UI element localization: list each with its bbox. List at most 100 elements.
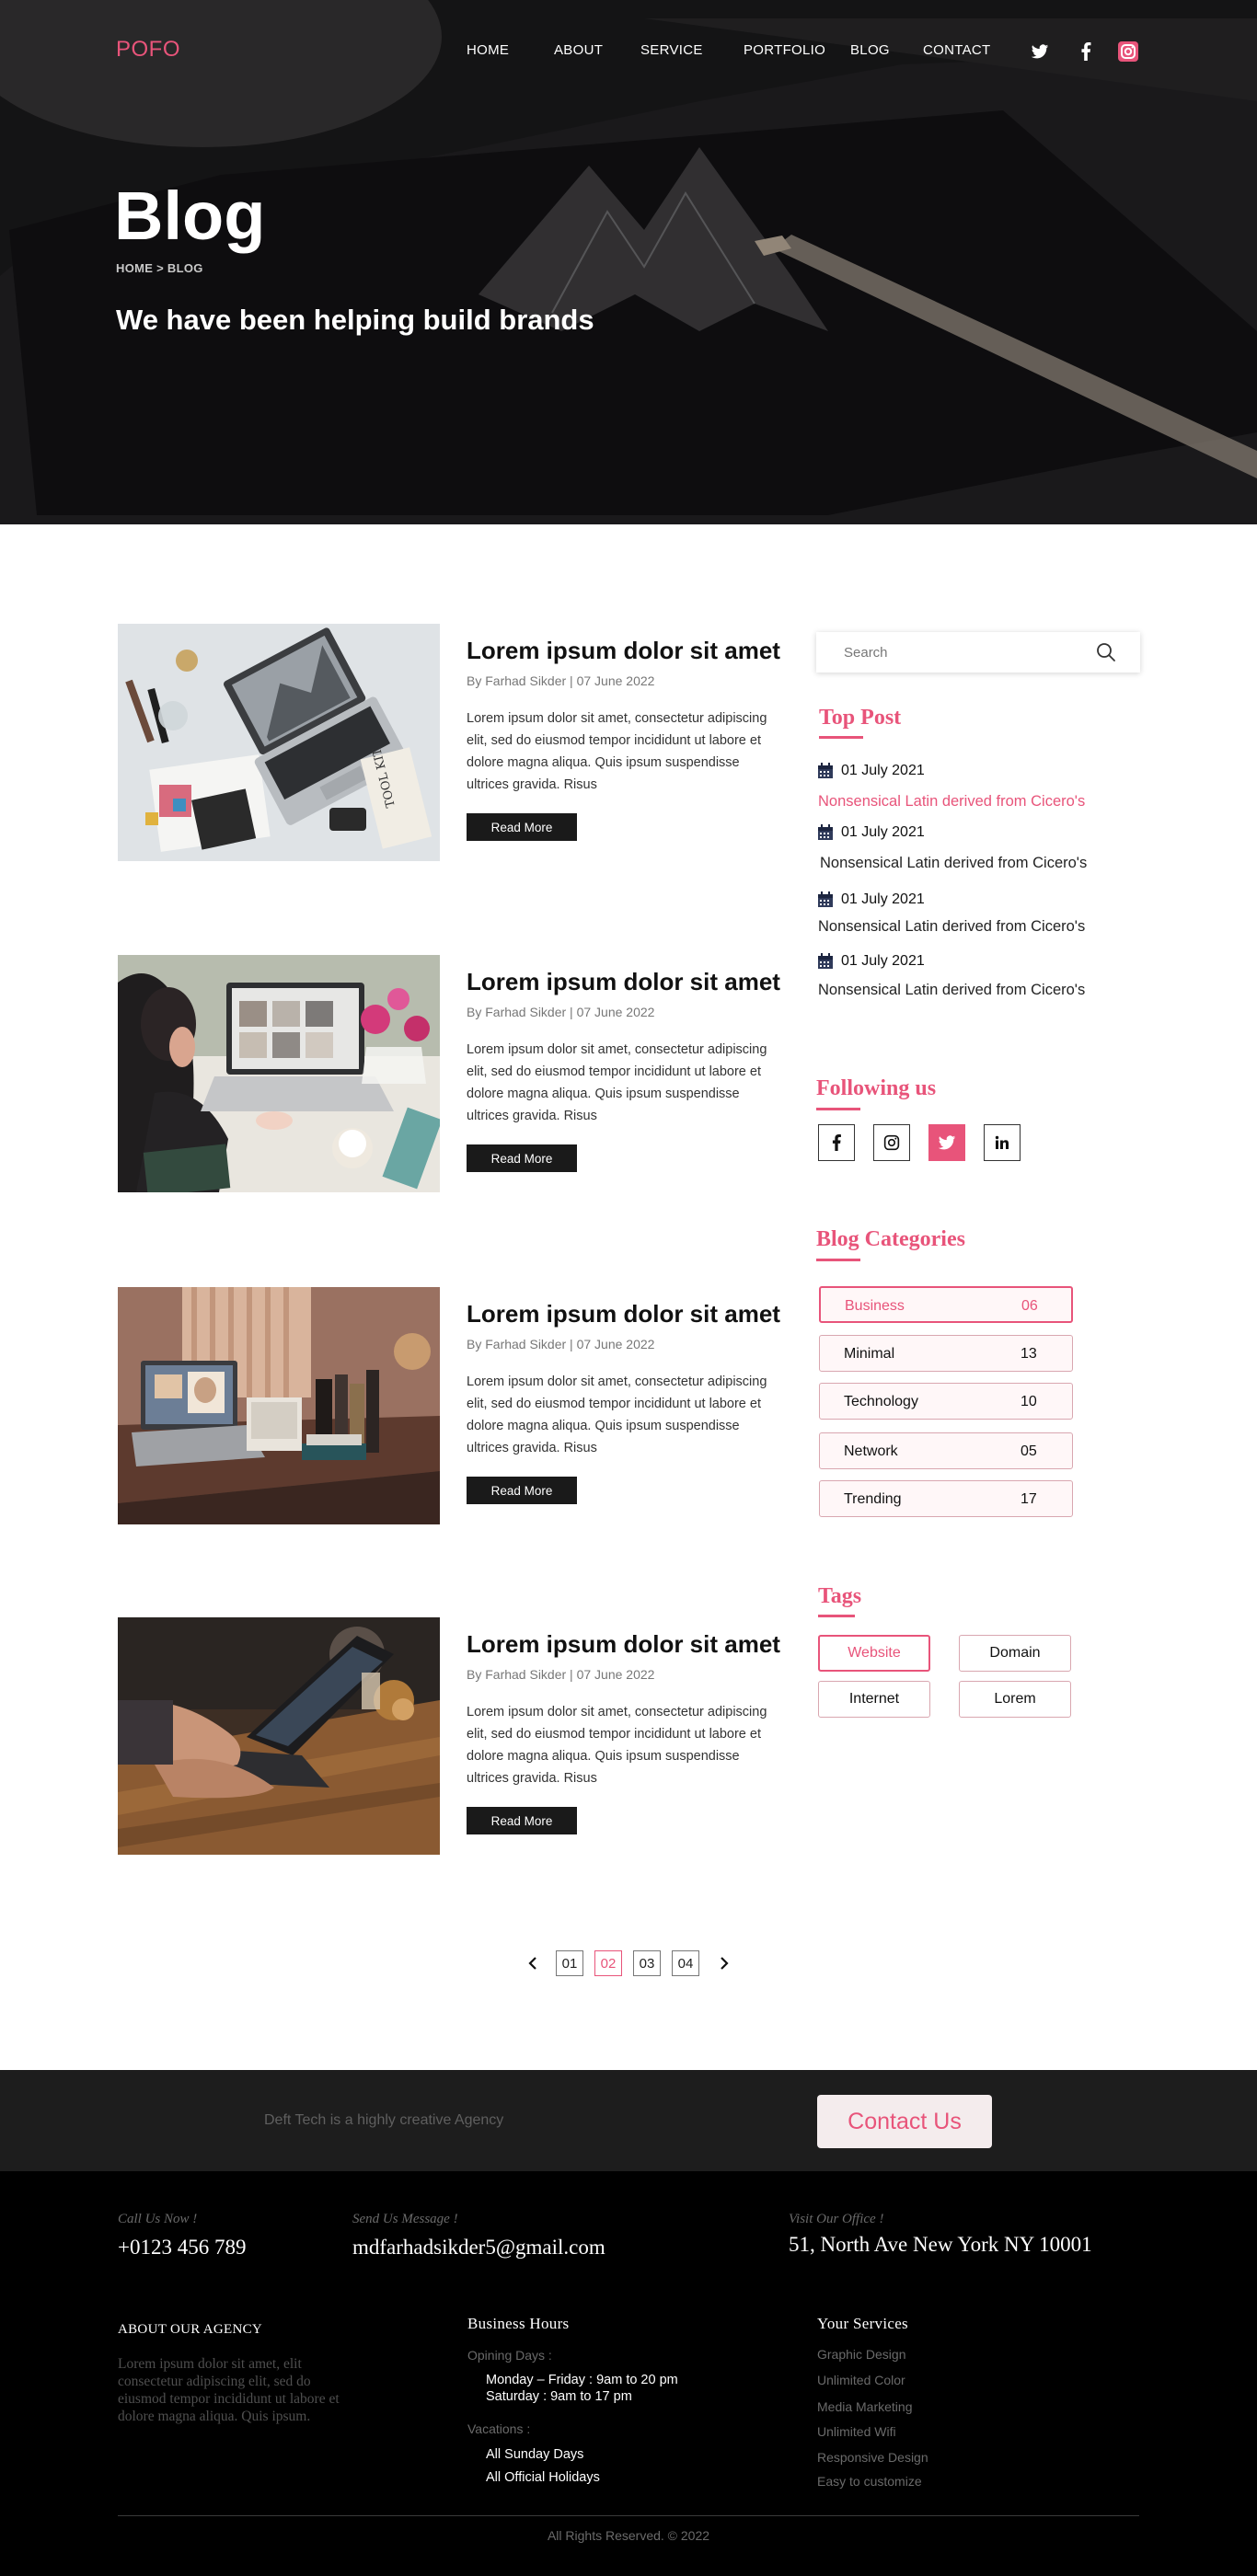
top-post-heading: Top Post bbox=[819, 706, 902, 730]
post-title[interactable]: Lorem ipsum dolor sit amet bbox=[467, 637, 780, 665]
twitter-icon[interactable] bbox=[1029, 40, 1051, 63]
cta-banner: Deft Tech is a highly creative Agency Co… bbox=[0, 2070, 1257, 2171]
tag-lorem[interactable]: Lorem bbox=[959, 1681, 1071, 1718]
category-name: Technology bbox=[844, 1394, 918, 1409]
post-image[interactable]: TOOL KIT bbox=[118, 624, 440, 861]
service-link[interactable]: Unlimited Color bbox=[817, 2373, 905, 2387]
top-post-link[interactable]: Nonsensical Latin derived from Cicero's bbox=[818, 982, 1085, 999]
post-excerpt: Lorem ipsum dolor sit amet, consectetur … bbox=[467, 1705, 767, 1786]
search-input[interactable] bbox=[844, 643, 1083, 661]
post-meta: By Farhad Sikder | 07 June 2022 bbox=[467, 1005, 655, 1019]
post-excerpt: Lorem ipsum dolor sit amet, consectetur … bbox=[467, 711, 767, 792]
instagram-icon[interactable] bbox=[1117, 40, 1139, 63]
post-meta: By Farhad Sikder | 07 June 2022 bbox=[467, 1667, 655, 1682]
calendar-icon bbox=[818, 824, 833, 840]
about-heading: ABOUT OUR AGENCY bbox=[118, 2322, 263, 2337]
facebook-icon[interactable] bbox=[818, 1124, 855, 1161]
blog-categories-heading: Blog Categories bbox=[816, 1227, 965, 1251]
message-label: Send Us Message ! bbox=[352, 2212, 458, 2226]
blog-post-card: Lorem ipsum dolor sit amet By Farhad Sik… bbox=[118, 1287, 780, 1526]
next-page-icon[interactable] bbox=[713, 1954, 735, 1972]
top-post-date-text: 01 July 2021 bbox=[841, 953, 925, 969]
top-post-date: 01 July 2021 bbox=[817, 891, 925, 908]
post-title[interactable]: Lorem ipsum dolor sit amet bbox=[467, 1630, 780, 1659]
nav-portfolio[interactable]: PORTFOLIO bbox=[744, 42, 825, 58]
post-image[interactable] bbox=[118, 1617, 440, 1855]
read-more-button[interactable]: Read More bbox=[467, 813, 577, 841]
page-04[interactable]: 04 bbox=[672, 1950, 699, 1976]
following-heading: Following us bbox=[816, 1076, 937, 1100]
read-more-button[interactable]: Read More bbox=[467, 1477, 577, 1504]
vacations-label: Vacations : bbox=[467, 2421, 531, 2436]
tag-website[interactable]: Website bbox=[818, 1635, 930, 1672]
nav-blog[interactable]: BLOG bbox=[850, 42, 890, 58]
post-title[interactable]: Lorem ipsum dolor sit amet bbox=[467, 1300, 780, 1328]
call-label: Call Us Now ! bbox=[118, 2212, 198, 2226]
category-network[interactable]: Network 05 bbox=[819, 1432, 1073, 1469]
service-link[interactable]: Unlimited Wifi bbox=[817, 2424, 896, 2439]
nav-service[interactable]: SERVICE bbox=[640, 42, 703, 58]
linkedin-icon[interactable] bbox=[984, 1124, 1021, 1161]
services-heading: Your Services bbox=[817, 2315, 908, 2332]
tag-internet[interactable]: Internet bbox=[818, 1681, 930, 1718]
post-title[interactable]: Lorem ipsum dolor sit amet bbox=[467, 968, 780, 996]
main-nav: HOME ABOUT SERVICE PORTFOLIO BLOG CONTAC… bbox=[0, 42, 1257, 61]
service-link[interactable]: Graphic Design bbox=[817, 2347, 906, 2362]
nav-home[interactable]: HOME bbox=[467, 42, 509, 58]
category-count: 06 bbox=[1021, 1298, 1038, 1314]
read-more-button[interactable]: Read More bbox=[467, 1807, 577, 1834]
contact-us-button[interactable]: Contact Us bbox=[817, 2095, 992, 2148]
page-01[interactable]: 01 bbox=[556, 1950, 583, 1976]
category-count: 13 bbox=[1021, 1346, 1037, 1362]
top-post-date: 01 July 2021 bbox=[817, 763, 925, 779]
about-text: Lorem ipsum dolor sit amet, elit consect… bbox=[118, 2356, 340, 2424]
heading-underline bbox=[818, 1615, 855, 1617]
category-technology[interactable]: Technology 10 bbox=[819, 1383, 1073, 1420]
service-link[interactable]: Responsive Design bbox=[817, 2450, 928, 2465]
instagram-icon[interactable] bbox=[873, 1124, 910, 1161]
calendar-icon bbox=[818, 763, 833, 778]
tag-domain[interactable]: Domain bbox=[959, 1635, 1071, 1672]
opening-hours-line: Monday – Friday : 9am to 20 pm bbox=[486, 2373, 678, 2387]
post-excerpt: Lorem ipsum dolor sit amet, consectetur … bbox=[467, 1374, 767, 1455]
page-03[interactable]: 03 bbox=[633, 1950, 661, 1976]
top-post-link[interactable]: Nonsensical Latin derived from Cicero's bbox=[820, 855, 1087, 872]
category-trending[interactable]: Trending 17 bbox=[819, 1480, 1073, 1517]
vacation-line: All Sunday Days bbox=[486, 2447, 584, 2462]
office-address: 51, North Ave New York NY 10001 bbox=[789, 2233, 1092, 2256]
category-count: 10 bbox=[1021, 1394, 1037, 1409]
blog-post-card: TOOL KIT Lorem ipsum dolor sit amet By F… bbox=[118, 624, 780, 863]
service-link[interactable]: Easy to customize bbox=[817, 2474, 922, 2489]
post-meta: By Farhad Sikder | 07 June 2022 bbox=[467, 673, 655, 688]
top-post-link[interactable]: Nonsensical Latin derived from Cicero's bbox=[818, 793, 1085, 811]
heading-underline bbox=[816, 1108, 860, 1110]
top-post-link[interactable]: Nonsensical Latin derived from Cicero's bbox=[818, 918, 1085, 936]
search-icon[interactable] bbox=[1096, 642, 1116, 667]
heading-underline bbox=[816, 1259, 860, 1261]
phone-number[interactable]: +0123 456 789 bbox=[118, 2236, 246, 2260]
nav-about[interactable]: ABOUT bbox=[554, 42, 603, 58]
post-excerpt: Lorem ipsum dolor sit amet, consectetur … bbox=[467, 1042, 767, 1123]
category-business[interactable]: Business 06 bbox=[819, 1286, 1073, 1323]
nav-contact[interactable]: CONTACT bbox=[923, 42, 990, 58]
post-meta: By Farhad Sikder | 07 June 2022 bbox=[467, 1337, 655, 1351]
page-02[interactable]: 02 bbox=[594, 1950, 622, 1976]
post-image[interactable] bbox=[118, 955, 440, 1192]
top-post-date: 01 July 2021 bbox=[817, 953, 925, 970]
category-name: Trending bbox=[844, 1491, 902, 1507]
service-link[interactable]: Media Marketing bbox=[817, 2399, 913, 2414]
twitter-icon[interactable] bbox=[928, 1124, 965, 1161]
copyright: All Rights Reserved. © 2022 bbox=[547, 2528, 710, 2543]
category-name: Minimal bbox=[844, 1346, 895, 1362]
previous-page-icon[interactable] bbox=[522, 1954, 544, 1972]
read-more-button[interactable]: Read More bbox=[467, 1144, 577, 1172]
facebook-icon[interactable] bbox=[1075, 40, 1097, 63]
tags-heading: Tags bbox=[818, 1584, 862, 1608]
post-image[interactable] bbox=[118, 1287, 440, 1524]
category-minimal[interactable]: Minimal 13 bbox=[819, 1335, 1073, 1372]
email-link[interactable]: mdfarhadsikder5@gmail.com bbox=[352, 2236, 605, 2260]
calendar-icon bbox=[818, 953, 833, 969]
breadcrumb: HOME > BLOG bbox=[116, 261, 203, 275]
category-count: 17 bbox=[1021, 1491, 1037, 1507]
search-box bbox=[816, 632, 1140, 673]
